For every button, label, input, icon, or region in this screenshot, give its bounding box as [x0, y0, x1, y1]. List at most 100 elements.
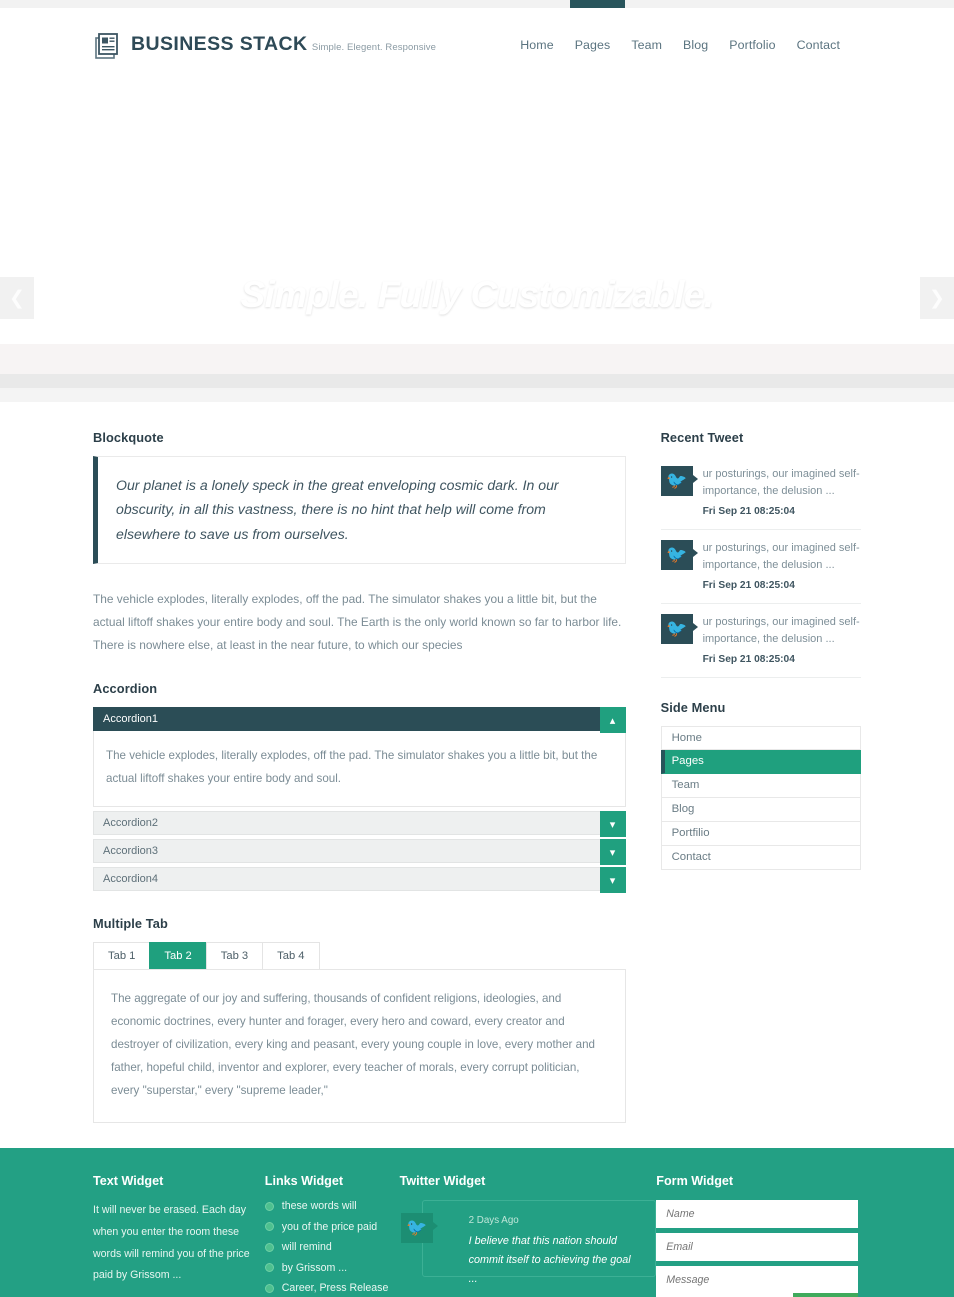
brand-logo[interactable]: BUSINESS STACK Simple. Elegent. Responsi… — [93, 30, 436, 60]
chevron-up-icon[interactable]: ▴ — [599, 707, 626, 734]
accordion-label-2: Accordion2 — [103, 817, 159, 830]
bullet-icon — [264, 1263, 274, 1273]
accordion-header-1[interactable]: Accordion1 ▴ — [93, 707, 626, 734]
accordion-label-3: Accordion3 — [103, 845, 159, 858]
tab-list: Tab 1 Tab 2 Tab 3 Tab 4 — [93, 942, 626, 970]
links-list: these words will you of the price paid w… — [264, 1200, 400, 1297]
accordion-header-2[interactable]: Accordion2 ▾ — [93, 811, 626, 838]
section-divider-upper — [0, 374, 954, 388]
tabs-heading: Multiple Tab — [93, 916, 168, 932]
bullet-icon — [264, 1283, 274, 1293]
nav-item-blog[interactable]: Blog — [683, 38, 708, 52]
accordion-body-1: The vehicle explodes, literally explodes… — [93, 731, 626, 808]
email-field[interactable] — [656, 1233, 859, 1262]
link-label: by Grissom ... — [281, 1261, 348, 1274]
tweet-date: Fri Sep 21 08:25:04 — [702, 580, 795, 591]
tab-1[interactable]: Tab 1 — [93, 942, 151, 970]
sidebar-item-contact[interactable]: Contact — [660, 845, 861, 870]
accordion-label-1: Accordion1 — [103, 713, 159, 726]
sidebar-item-blog[interactable]: Blog — [660, 797, 861, 822]
chevron-down-icon[interactable]: ▾ — [599, 867, 626, 894]
tab-2[interactable]: Tab 2 — [149, 942, 207, 970]
accordion-label-4: Accordion4 — [103, 873, 159, 886]
links-widget: Links Widget these words will you of the… — [264, 1174, 400, 1297]
bullet-icon — [264, 1222, 274, 1232]
recent-tweet-heading: Recent Tweet — [660, 430, 744, 445]
links-widget-title: Links Widget — [264, 1174, 344, 1189]
accordion: Accordion1 ▴ The vehicle explodes, liter… — [93, 707, 626, 894]
link-label: you of the price paid — [281, 1220, 378, 1233]
sidebar-item-pages[interactable]: Pages — [660, 749, 861, 774]
tab-widget: Tab 1 Tab 2 Tab 3 Tab 4 The aggregate of… — [93, 942, 626, 1124]
bullet-icon — [264, 1201, 274, 1211]
text-widget-title: Text Widget — [93, 1174, 164, 1189]
nav-item-contact[interactable]: Contact — [797, 38, 840, 52]
chevron-down-icon[interactable]: ▾ — [599, 811, 626, 838]
accordion-header-3[interactable]: Accordion3 ▾ — [93, 839, 626, 866]
hero-gradient-overlay — [0, 81, 954, 374]
sidebar-item-portfilio[interactable]: Portfilio — [660, 821, 861, 846]
active-tab-marker — [570, 0, 625, 8]
accordion-header-4[interactable]: Accordion4 ▾ — [93, 867, 626, 894]
tab-3[interactable]: Tab 3 — [205, 942, 264, 970]
list-item[interactable]: these words will — [264, 1200, 400, 1213]
twitter-widget-title: Twitter Widget — [399, 1174, 486, 1189]
tweet-item: 🐦 ur posturings, our imagined self-impor… — [660, 604, 861, 678]
twitter-bird-icon: 🐦 — [660, 539, 698, 570]
side-menu-heading: Side Menu — [660, 699, 726, 715]
tweet-item: 🐦 ur posturings, our imagined self-impor… — [660, 530, 861, 604]
message-box: Send — [656, 1266, 859, 1297]
tweet-date: Fri Sep 21 08:25:04 — [702, 653, 795, 665]
document-stack-icon — [93, 30, 120, 60]
browser-top-strip — [0, 0, 954, 8]
tweet-date: Fri Sep 21 08:25:04 — [702, 506, 795, 518]
brand-tagline: Simple. Elegent. Responsive — [311, 42, 437, 53]
nav-item-team[interactable]: Team — [631, 38, 662, 52]
text-widget: Text Widget It will never be erased. Eac… — [93, 1174, 265, 1297]
content-column: Blockquote Our planet is a lonely speck … — [93, 430, 626, 1124]
twitter-bird-icon: 🐦 — [660, 466, 698, 496]
link-label: Career, Press Release — [281, 1282, 389, 1295]
chevron-down-icon[interactable]: ▾ — [599, 839, 626, 866]
sidebar-item-team[interactable]: Team — [660, 773, 861, 798]
main-navigation: Home Pages Team Blog Portfolio Contact — [520, 38, 840, 52]
twitter-widget: Twitter Widget 🐦 2 Days Ago I believe th… — [400, 1174, 657, 1297]
section-divider-lower — [0, 388, 954, 402]
nav-item-portfolio[interactable]: Portfolio — [729, 38, 775, 52]
accordion-heading: Accordion — [93, 681, 158, 697]
blockquote-heading: Blockquote — [93, 430, 164, 445]
nav-item-home[interactable]: Home — [520, 38, 553, 52]
name-field[interactable] — [656, 1200, 859, 1229]
tab-panel: The aggregate of our joy and suffering, … — [93, 969, 626, 1124]
list-item[interactable]: by Grissom ... — [264, 1261, 400, 1274]
twitter-bird-icon: 🐦 — [400, 1213, 438, 1244]
tab-4[interactable]: Tab 4 — [262, 942, 320, 970]
tweet-message: I believe that this nation should commit… — [468, 1235, 631, 1286]
site-header: BUSINESS STACK Simple. Elegent. Responsi… — [0, 8, 954, 81]
tweet-text: ur posturings, our imagined self-importa… — [702, 615, 860, 645]
tweet-item: 🐦 ur posturings, our imagined self-impor… — [660, 456, 861, 530]
brand-title: BUSINESS STACK — [131, 33, 308, 55]
side-menu: Home Pages Team Blog Portfilio Contact — [660, 725, 861, 870]
link-label: will remind — [281, 1241, 332, 1254]
intro-paragraph: The vehicle explodes, literally explodes… — [93, 592, 622, 653]
list-item[interactable]: you of the price paid — [264, 1220, 400, 1233]
blockquote: Our planet is a lonely speck in the grea… — [93, 456, 626, 565]
link-label: these words will — [281, 1200, 357, 1213]
nav-item-pages[interactable]: Pages — [575, 38, 611, 52]
chevron-left-icon[interactable]: ❮ — [0, 277, 34, 319]
bullet-icon — [264, 1242, 274, 1252]
hero-headline: Simple. Fully Customizable. — [240, 274, 714, 315]
form-widget: Form Widget Send — [656, 1174, 861, 1297]
twitter-bird-icon: 🐦 — [660, 613, 698, 644]
sidebar-item-home[interactable]: Home — [660, 725, 861, 750]
text-widget-body: It will never be erased. Each day when y… — [93, 1204, 250, 1282]
footer-tweet-card: 🐦 2 Days Ago I believe that this nation … — [400, 1200, 657, 1285]
chevron-right-icon[interactable]: ❯ — [920, 277, 954, 319]
list-item[interactable]: will remind — [264, 1241, 400, 1254]
hero-slider: Simple. Fully Customizable. ❮ ❯ ← → Mana… — [0, 81, 954, 374]
send-button[interactable]: Send — [793, 1293, 859, 1297]
site-footer: Text Widget It will never be erased. Eac… — [0, 1148, 954, 1297]
list-item[interactable]: Career, Press Release — [264, 1282, 400, 1295]
carousel-band — [0, 344, 954, 374]
